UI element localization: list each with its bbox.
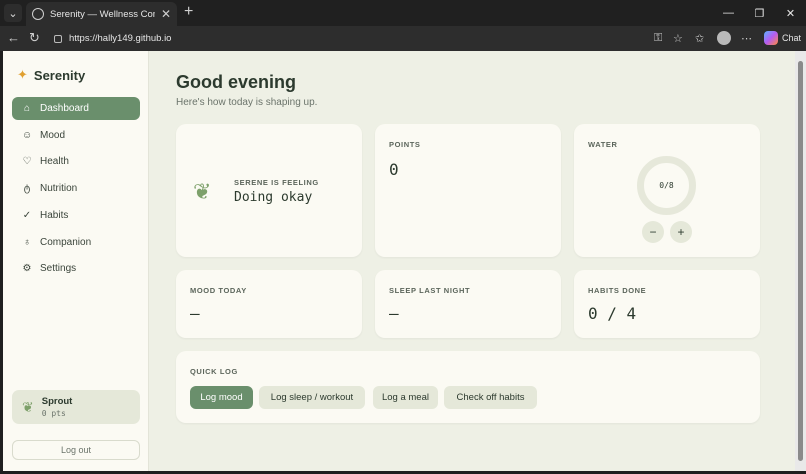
key-icon[interactable]: ⚿ (654, 32, 662, 45)
favorites-icon[interactable]: ✩ (695, 32, 704, 45)
companion-status-card: ❦ SERENE IS FEELING Doing okay (176, 124, 362, 257)
smile-icon: ☺ (22, 130, 33, 141)
apple-icon: ტ (23, 183, 31, 194)
sidebar-item-dashboard[interactable]: ⌂ Dashboard (12, 97, 140, 120)
serene-caption: SERENE IS FEELING (234, 178, 319, 187)
check-circle-icon: ✓ (22, 210, 32, 221)
sidebar-item-nutrition[interactable]: ტ Nutrition (12, 177, 140, 200)
address-bar[interactable]: https://hally149.github.io (48, 29, 690, 48)
sprout-icon: ♁ (23, 237, 31, 248)
log-meal-button[interactable]: Log a meal (373, 386, 438, 409)
close-window-icon[interactable]: ✕ (775, 0, 806, 26)
minimize-icon[interactable]: — (713, 0, 744, 26)
mood-label: MOOD TODAY (190, 286, 247, 295)
browser-tabbar: ⌄ Serenity — Wellness Companion ✕ + — ❐ … (0, 0, 806, 26)
tab-title: Serenity — Wellness Companion (50, 8, 155, 20)
water-value: 0/8 (659, 181, 674, 190)
copilot-icon[interactable] (764, 31, 778, 45)
leaf-icon: ❦ (193, 179, 212, 204)
restore-icon[interactable]: ❐ (744, 0, 775, 26)
brand-name: Serenity (33, 67, 86, 83)
sidebar-item-health[interactable]: ♡ Health (12, 150, 140, 173)
new-tab-icon[interactable]: + (184, 3, 193, 21)
sidebar-item-mood[interactable]: ☺ Mood (12, 124, 140, 147)
more-icon[interactable]: ⋯ (741, 32, 752, 45)
back-icon[interactable]: ← (7, 30, 20, 45)
water-label: WATER (588, 140, 618, 149)
scrollbar-thumb[interactable] (798, 61, 803, 461)
tab-list-chevron-icon[interactable]: ⌄ (4, 4, 22, 22)
water-increment-button[interactable]: + (670, 221, 692, 243)
page-subtitle: Here's how today is shaping up. (176, 97, 318, 108)
heart-icon: ♡ (22, 156, 32, 167)
app-page: ✦ Serenity ⌂ Dashboard ☺ Mood ♡ Health ტ… (3, 51, 795, 471)
sidebar: ✦ Serenity ⌂ Dashboard ☺ Mood ♡ Health ტ… (3, 51, 149, 471)
habits-card: HABITS DONE 0 / 4 (574, 270, 760, 338)
brand[interactable]: ✦ Serenity (17, 67, 85, 83)
log-sleep-workout-button[interactable]: Log sleep / workout (259, 386, 365, 409)
sleep-card: SLEEP LAST NIGHT — (375, 270, 561, 338)
logout-button[interactable]: Log out (12, 440, 140, 460)
quick-log-label: QUICK LOG (190, 367, 238, 376)
sleep-value: — (389, 304, 399, 323)
profile-avatar[interactable] (717, 31, 731, 45)
mood-card: MOOD TODAY — (176, 270, 362, 338)
leaf-icon: ❦ (22, 398, 34, 415)
sidebar-item-label: Companion (40, 237, 92, 248)
sidebar-item-label: Nutrition (40, 183, 78, 194)
sleep-label: SLEEP LAST NIGHT (389, 286, 471, 295)
refresh-icon[interactable]: ↻ (29, 30, 40, 46)
points-card: POINTS 0 (375, 124, 561, 257)
globe-icon (32, 8, 44, 20)
close-tab-icon[interactable]: ✕ (161, 7, 171, 21)
home-icon: ⌂ (23, 103, 31, 114)
mood-value: — (190, 304, 200, 323)
browser-tab[interactable]: Serenity — Wellness Companion ✕ (26, 2, 177, 26)
window-controls: — ❐ ✕ (713, 0, 806, 26)
chat-label[interactable]: Chat (782, 33, 801, 43)
habits-value: 0 / 4 (588, 304, 637, 323)
serene-mood-value: Doing okay (234, 190, 313, 205)
companion-points: 0 pts (41, 409, 66, 418)
sidebar-item-companion[interactable]: ♁ Companion (12, 231, 140, 254)
log-mood-button[interactable]: Log mood (190, 386, 253, 409)
address-toolbar: ← ↻ https://hally149.github.io ⚿ ☆ ✩ ⋯ C… (0, 26, 806, 51)
water-progress-ring: 0/8 (637, 156, 696, 215)
sidebar-item-settings[interactable]: ⚙ Settings (12, 257, 140, 280)
sparkle-icon: ✦ (17, 67, 28, 82)
page-title: Good evening (176, 72, 297, 92)
points-value: 0 (389, 160, 399, 179)
water-decrement-button[interactable]: − (642, 221, 664, 243)
url-text: https://hally149.github.io (69, 33, 172, 44)
sidebar-item-label: Habits (40, 210, 69, 221)
companion-info: Sprout 0 pts (42, 396, 73, 418)
sidebar-item-label: Settings (40, 263, 77, 274)
sidebar-item-label: Dashboard (40, 103, 89, 114)
habits-label: HABITS DONE (588, 286, 647, 295)
sidebar-item-habits[interactable]: ✓ Habits (12, 204, 140, 227)
favorite-star-icon[interactable]: ☆ (673, 32, 683, 45)
check-off-habits-button[interactable]: Check off habits (444, 386, 537, 409)
water-card: WATER 0/8 − + (574, 124, 760, 257)
companion-name: Sprout (41, 396, 73, 407)
site-info-icon[interactable] (54, 34, 62, 43)
points-label: POINTS (389, 140, 421, 149)
sidebar-item-label: Mood (40, 130, 66, 141)
gear-icon: ⚙ (22, 263, 32, 274)
companion-summary[interactable]: ❦ Sprout 0 pts (12, 390, 140, 424)
page-scrollbar[interactable] (795, 51, 806, 471)
sidebar-item-label: Health (40, 156, 69, 167)
